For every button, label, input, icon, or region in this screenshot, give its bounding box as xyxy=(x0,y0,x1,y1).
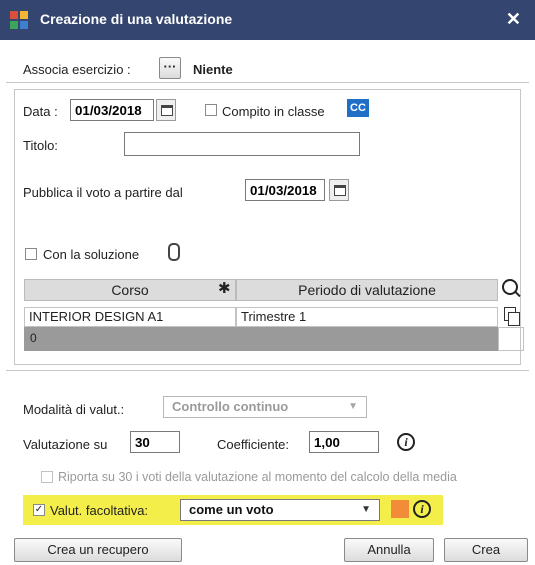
copy-icon-back xyxy=(508,312,520,326)
calendar-icon[interactable] xyxy=(329,179,349,201)
crea-recupero-button[interactable]: Crea un recupero xyxy=(14,538,182,562)
annulla-button[interactable]: Annulla xyxy=(344,538,434,562)
soluzione-checkbox[interactable] xyxy=(25,248,37,260)
associa-label: Associa esercizio : xyxy=(23,62,131,77)
divider xyxy=(6,370,529,371)
valutazione-su-label: Valutazione su xyxy=(23,437,108,452)
dialog-title: Creazione di una valutazione xyxy=(40,11,233,27)
pubblica-label: Pubblica il voto a partire dal xyxy=(23,185,183,200)
crea-button[interactable]: Crea xyxy=(444,538,528,562)
calendar-icon[interactable] xyxy=(156,99,176,121)
grid-empty-cell xyxy=(498,327,524,351)
title-bar: Creazione di una valutazione ✕ xyxy=(0,0,535,40)
soluzione-label: Con la soluzione xyxy=(43,247,140,262)
associa-button[interactable]: ··· xyxy=(159,57,181,79)
grid-total-bar xyxy=(24,327,498,351)
table-row-periodo[interactable]: Trimestre 1 xyxy=(236,307,498,327)
close-icon[interactable]: ✕ xyxy=(506,9,521,30)
chevron-down-icon: ▼ xyxy=(361,504,371,515)
compito-label: Compito in classe xyxy=(222,104,325,119)
grid-total: 0 xyxy=(30,331,37,345)
data-field[interactable] xyxy=(70,99,154,121)
facoltativa-label: Valut. facoltativa: xyxy=(50,503,149,518)
modalita-select: Controllo continuo ▼ xyxy=(163,396,367,418)
dialog-window: Creazione di una valutazione ✕ Associa e… xyxy=(0,0,535,565)
info-icon[interactable]: i xyxy=(397,433,415,451)
color-swatch[interactable] xyxy=(391,500,409,518)
associa-value: Niente xyxy=(193,62,233,77)
riporta-label: Riporta su 30 i voti della valutazione a… xyxy=(58,470,457,484)
paperclip-icon[interactable] xyxy=(168,243,180,261)
gear-icon[interactable]: ✱ xyxy=(218,279,231,297)
titolo-field[interactable] xyxy=(124,132,360,156)
coefficiente-label: Coefficiente: xyxy=(217,437,290,452)
coefficiente-field[interactable] xyxy=(309,431,379,453)
pubblica-field[interactable] xyxy=(245,179,325,201)
table-row-corso[interactable]: INTERIOR DESIGN A1 xyxy=(24,307,236,327)
app-logo-icon xyxy=(10,11,28,29)
compito-checkbox[interactable] xyxy=(205,104,217,116)
valutazione-su-field[interactable] xyxy=(130,431,180,453)
facoltativa-checkbox[interactable]: ✓ xyxy=(33,504,45,516)
titolo-label: Titolo: xyxy=(23,138,58,153)
column-header-corso[interactable]: Corso xyxy=(24,279,236,301)
facoltativa-value: come un voto xyxy=(189,502,274,517)
divider xyxy=(6,82,529,83)
chevron-down-icon: ▼ xyxy=(348,401,358,412)
cc-badge: CC xyxy=(347,99,369,117)
facoltativa-select[interactable]: come un voto ▼ xyxy=(180,499,380,521)
modalita-value: Controllo continuo xyxy=(172,399,289,414)
column-header-periodo[interactable]: Periodo di valutazione xyxy=(236,279,498,301)
info-icon[interactable]: i xyxy=(413,500,431,518)
riporta-checkbox[interactable] xyxy=(41,471,53,483)
modalita-label: Modalità di valut.: xyxy=(23,402,125,417)
data-label: Data : xyxy=(23,104,58,119)
